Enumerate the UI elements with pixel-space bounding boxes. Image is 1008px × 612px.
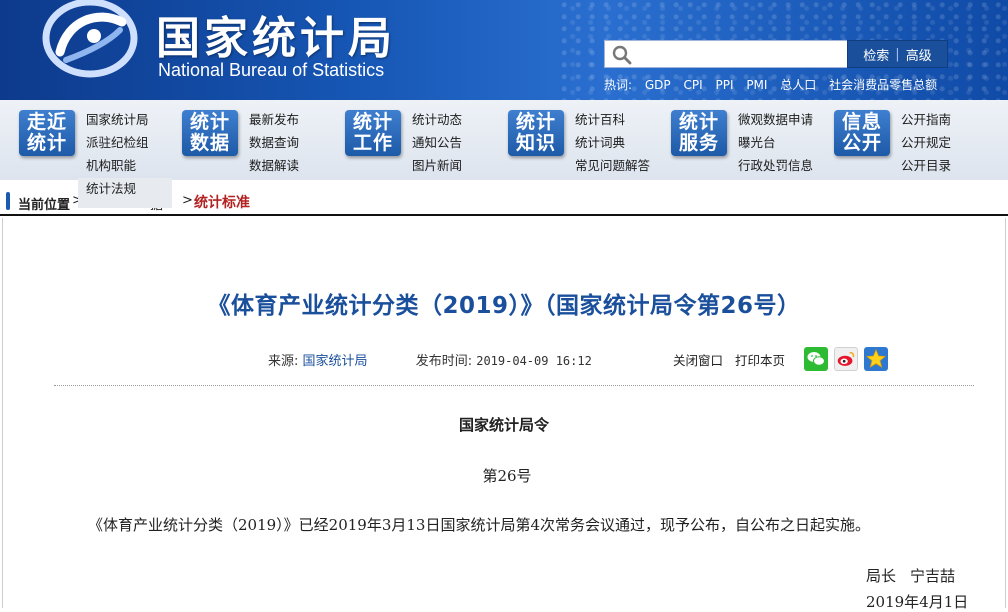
article-meta: 来源: 国家统计局 发布时间: 2019-04-09 16:12	[268, 350, 592, 369]
nav-badge-line: 知识	[515, 132, 556, 154]
hot-word-link[interactable]: PMI	[746, 78, 767, 92]
breadcrumb-label: 当前位置	[18, 198, 71, 213]
hot-word-link[interactable]: 社会消费品零售总额	[829, 78, 937, 92]
close-window-button[interactable]: 关闭窗口	[673, 353, 723, 368]
nav-link[interactable]: 微观数据申请	[738, 108, 813, 131]
decree-body: 《体育产业统计分类（2019）》已经2019年3月13日国家统计局第4次常务会议…	[88, 516, 871, 534]
nav-badge-line: 统计	[515, 111, 556, 133]
main-nav: 走近 统计 国家统计局 派驻纪检组 机构职能 统计 数据 最新发布 数据查询 数…	[0, 100, 1008, 180]
nav-badge-line: 走近	[26, 111, 67, 133]
hot-word-link[interactable]: 总人口	[780, 78, 816, 92]
breadcrumb-current[interactable]: 统计标准	[194, 192, 250, 212]
nbs-logo-icon[interactable]	[38, 0, 142, 80]
favorite-star-icon[interactable]	[864, 347, 888, 371]
nav-link[interactable]: 统计百科	[575, 108, 650, 131]
signature-name: 宁吉喆	[910, 567, 956, 585]
nav-badge-disclosure[interactable]: 信息 公开	[834, 110, 890, 156]
nav-badge-line: 工作	[352, 132, 393, 154]
article-title: 《体育产业统计分类（2019）》（国家统计局令第26号）	[207, 293, 801, 319]
breadcrumb-arrow: >	[182, 193, 193, 208]
publish-time-value: 2019-04-09 16:12	[476, 354, 592, 368]
nav-link[interactable]: 统计动态	[412, 108, 462, 131]
nav-dropdown-item[interactable]: 统计法规	[86, 179, 172, 199]
signature-title: 局长	[866, 567, 897, 585]
nav-badge-line: 统计	[352, 111, 393, 133]
nav-group-service: 统计 服务 微观数据申请 曝光台 行政处罚信息	[652, 100, 815, 180]
decree-heading: 国家统计局令	[458, 416, 549, 434]
decree-date: 2019年4月1日	[866, 593, 969, 611]
nav-link[interactable]: 曝光台	[738, 131, 813, 154]
nav-link[interactable]: 公开规定	[901, 131, 951, 154]
nav-link[interactable]: 国家统计局	[86, 108, 149, 131]
search-separator: |	[895, 46, 900, 62]
nav-link[interactable]: 数据查询	[249, 131, 299, 154]
site-header: 国家统计局 National Bureau of Statistics 检索 |…	[0, 0, 1008, 100]
nav-badge-line: 信息	[841, 111, 882, 133]
breadcrumb-marker	[6, 192, 10, 210]
nav-link[interactable]: 图片新闻	[412, 154, 462, 177]
nav-group-about: 走近 统计 国家统计局 派驻纪检组 机构职能	[0, 100, 163, 180]
nav-badge-about[interactable]: 走近 统计	[19, 110, 75, 156]
hot-words: 热词: GDP CPI PPI PMI 总人口 社会消费品零售总额	[604, 76, 946, 93]
hot-word-link[interactable]: PPI	[715, 78, 733, 92]
nav-group-work: 统计 工作 统计动态 通知公告 图片新闻	[326, 100, 489, 180]
search-box: 检索 | 高级	[604, 40, 948, 68]
nav-badge-line: 数据	[189, 132, 230, 154]
decree-signature: 局长 宁吉喆	[866, 565, 955, 586]
nav-badge-line: 服务	[678, 132, 719, 154]
search-input[interactable]	[639, 44, 839, 64]
site-title-cn: 国家统计局	[156, 13, 396, 64]
nav-link[interactable]: 公开目录	[901, 154, 951, 177]
site-title-en: National Bureau of Statistics	[158, 60, 385, 80]
source-label: 来源:	[268, 354, 299, 369]
nav-link[interactable]: 常见问题解答	[575, 154, 650, 177]
search-icon	[612, 45, 632, 65]
meta-divider	[54, 385, 974, 386]
nav-link[interactable]: 通知公告	[412, 131, 462, 154]
nav-link[interactable]: 统计词典	[575, 131, 650, 154]
nav-link[interactable]: 机构职能	[86, 154, 149, 177]
hot-words-label: 热词:	[604, 78, 633, 92]
nav-group-knowledge: 统计 知识 统计百科 统计词典 常见问题解答	[489, 100, 652, 180]
nav-badge-service[interactable]: 统计 服务	[671, 110, 727, 156]
search-button-group: 检索 | 高级	[847, 40, 948, 68]
nav-badge-line: 统计	[678, 111, 719, 133]
nav-link[interactable]: 数据解读	[249, 154, 299, 177]
article-actions: 关闭窗口 打印本页	[673, 350, 793, 369]
weibo-share-icon[interactable]	[834, 347, 858, 371]
nav-badge-line: 公开	[841, 132, 882, 154]
nav-badge-work[interactable]: 统计 工作	[345, 110, 401, 156]
nav-group-disclosure: 信息 公开 公开指南 公开规定 公开目录	[815, 100, 1008, 180]
nav-link[interactable]: 公开指南	[901, 108, 951, 131]
nav-group-data: 统计 数据 最新发布 数据查询 数据解读	[163, 100, 326, 180]
nav-badge-knowledge[interactable]: 统计 知识	[508, 110, 564, 156]
search-button[interactable]: 检索	[863, 45, 889, 64]
advanced-search-button[interactable]: 高级	[906, 45, 932, 64]
hot-word-link[interactable]: GDP	[645, 78, 671, 92]
hot-word-link[interactable]: CPI	[683, 78, 702, 92]
publish-time-label: 发布时间:	[415, 354, 473, 369]
content-frame	[2, 218, 1006, 608]
nav-link[interactable]: 最新发布	[249, 108, 299, 131]
nav-badge-data[interactable]: 统计 数据	[182, 110, 238, 156]
nav-badge-line: 统计	[189, 111, 230, 133]
nav-link[interactable]: 派驻纪检组	[86, 131, 149, 154]
print-page-button[interactable]: 打印本页	[735, 353, 785, 368]
source-value: 国家统计局	[302, 354, 368, 369]
nav-badge-line: 统计	[26, 132, 67, 154]
nav-link[interactable]: 行政处罚信息	[738, 154, 813, 177]
decree-number: 第26号	[482, 467, 532, 485]
nav-dropdown: 统计法规	[78, 178, 172, 208]
wechat-share-icon[interactable]	[804, 347, 828, 371]
